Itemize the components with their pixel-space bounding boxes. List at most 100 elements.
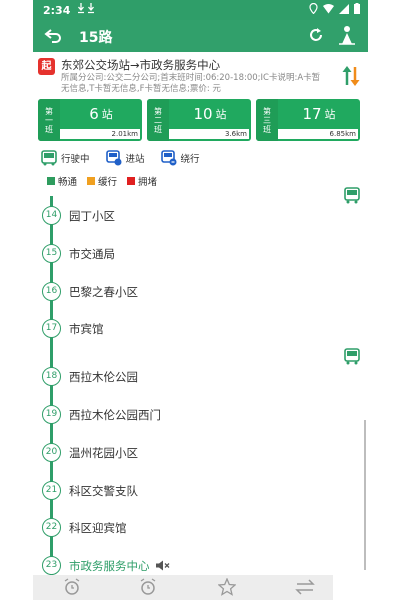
stop-name: 巴黎之春小区 <box>69 285 138 299</box>
stop-name: 科区迎宾馆 <box>69 521 127 535</box>
bus-distance: 6.85km <box>278 129 358 139</box>
bus-order-char: 第 <box>45 106 53 116</box>
wifi-icon <box>323 3 334 13</box>
route-map-icon[interactable] <box>338 25 356 49</box>
stops-unit: 站 <box>101 108 113 121</box>
stop-number: 22 <box>42 518 61 537</box>
swap-direction-icon[interactable] <box>342 65 360 91</box>
bus-order: 第 二 班 <box>147 99 169 141</box>
stops-unit: 站 <box>215 108 227 121</box>
bus-stops-away: 10 站 <box>169 99 251 129</box>
location-icon <box>309 3 318 14</box>
route-name: 东郊公交场站→市政务服务中心 <box>61 58 221 72</box>
stop-item[interactable]: 17 市宾馆 <box>42 319 368 339</box>
legend-running: 行驶中 <box>41 150 90 166</box>
stop-item[interactable]: 19 西拉木伦公园西门 <box>42 405 368 425</box>
bus-stops-away: 6站 <box>60 99 142 129</box>
stop-item-destination[interactable]: 23 市政务服务中心 <box>42 556 368 576</box>
legend-label: 绕行 <box>180 154 200 165</box>
stop-name: 西拉木伦公园西门 <box>69 408 161 422</box>
legend-arriving: 进站 <box>105 150 145 166</box>
page-title: 15路 <box>79 30 113 46</box>
route-info: 起 东郊公交场站→市政务服务中心 所属分公司:公交二分公司;首末班时间:06:2… <box>33 52 368 97</box>
bus-card-1[interactable]: 第 一 班 6站 2.01km <box>38 99 142 141</box>
right-margin <box>368 0 400 600</box>
bus-stops-away: 17 站 <box>278 99 360 129</box>
bus-order-char: 班 <box>154 124 162 134</box>
bus-status-legend: 行驶中 进站 绕行 <box>41 150 200 166</box>
stop-name: 温州花园小区 <box>69 446 138 460</box>
bus-position-icon[interactable] <box>344 187 360 208</box>
status-time: 2:34 <box>43 3 71 17</box>
stop-number: 19 <box>42 405 61 424</box>
star-icon[interactable] <box>217 577 237 600</box>
bus-card-2[interactable]: 第 二 班 10 站 3.6km <box>147 99 251 141</box>
legend-slow: 缓行 <box>87 174 117 188</box>
system-icons <box>309 3 360 14</box>
bus-order-char: 第 <box>154 106 162 116</box>
bus-order-char: 三 <box>263 115 271 125</box>
bottom-toolbar <box>33 575 333 600</box>
title-bar: 15路 <box>33 20 368 52</box>
back-arrow-icon[interactable] <box>43 26 63 48</box>
congested-swatch <box>127 177 136 185</box>
stop-name: 市政务服务中心 <box>69 559 150 573</box>
stop-name: 西拉木伦公园 <box>69 370 138 384</box>
alarm-clock-icon[interactable] <box>63 578 81 600</box>
battery-icon <box>354 3 360 14</box>
bus-card-3[interactable]: 第 三 班 17 站 6.85km <box>256 99 360 141</box>
stops-count: 10 <box>193 105 213 123</box>
route-description: 所属分公司:公交二分公司;首末班时间:06:20-18:00;IC卡说明:A卡暂… <box>61 73 321 94</box>
traffic-legend: 畅通 缓行 拥堵 <box>47 174 157 188</box>
download-icon <box>78 3 98 17</box>
stop-item[interactable]: 15 市交通局 <box>42 244 368 264</box>
stop-number: 16 <box>42 282 61 301</box>
slow-swatch <box>87 177 96 185</box>
scrollbar[interactable] <box>364 420 366 570</box>
legend-smooth: 畅通 <box>47 174 77 188</box>
stop-name: 科区交警支队 <box>69 484 138 498</box>
signal-icon <box>339 3 349 14</box>
bus-order: 第 一 班 <box>38 99 60 141</box>
stop-number: 21 <box>42 481 61 500</box>
bus-order-char: 二 <box>154 115 162 125</box>
bus-running-icon <box>41 150 57 166</box>
bus-position-icon[interactable] <box>344 348 360 369</box>
legend-label: 缓行 <box>98 177 118 188</box>
stop-item[interactable]: 22 科区迎宾馆 <box>42 518 368 538</box>
stop-item[interactable]: 20 温州花园小区 <box>42 443 368 463</box>
stops-count: 6 <box>89 105 99 123</box>
bus-detour-icon <box>160 150 177 166</box>
bus-distance: 2.01km <box>60 129 140 139</box>
stop-number: 15 <box>42 244 61 263</box>
legend-congested: 拥堵 <box>127 174 157 188</box>
status-bar: 2:34 <box>33 0 368 20</box>
legend-label: 行驶中 <box>61 154 90 165</box>
stop-item[interactable]: 16 巴黎之春小区 <box>42 282 368 302</box>
legend-label: 进站 <box>125 154 145 165</box>
stops-unit: 站 <box>324 108 336 121</box>
stop-item[interactable]: 18 西拉木伦公园 <box>42 367 368 387</box>
bus-order-char: 班 <box>45 124 53 134</box>
speaker-muted-icon[interactable] <box>156 560 170 574</box>
switch-direction-icon[interactable] <box>295 578 315 600</box>
bus-cards: 第 一 班 6站 2.01km 第 二 班 10 站 3.6km 第 三 班 1… <box>38 99 366 141</box>
bus-order-char: 一 <box>45 115 53 125</box>
bus-distance: 3.6km <box>169 129 249 139</box>
stop-name-row: 市政务服务中心 <box>69 558 170 574</box>
stop-number: 18 <box>42 367 61 386</box>
refresh-icon[interactable] <box>308 27 324 47</box>
app-window: 2:34 15路 起 东郊公交场站→市政务服务中心 所属分公司:公交二分公司;首… <box>33 0 368 600</box>
legend-label: 拥堵 <box>138 177 158 188</box>
stop-number: 23 <box>42 556 61 575</box>
stop-item[interactable]: 21 科区交警支队 <box>42 481 368 501</box>
left-margin <box>0 0 33 600</box>
stop-name: 市交通局 <box>69 247 115 261</box>
stop-name: 园丁小区 <box>69 209 115 223</box>
alarm-clock-icon[interactable] <box>139 578 157 600</box>
stop-number: 20 <box>42 443 61 462</box>
bus-order: 第 三 班 <box>256 99 278 141</box>
stop-item[interactable]: 14 园丁小区 <box>42 206 368 226</box>
stop-name: 市宾馆 <box>69 322 104 336</box>
legend-label: 畅通 <box>58 177 78 188</box>
